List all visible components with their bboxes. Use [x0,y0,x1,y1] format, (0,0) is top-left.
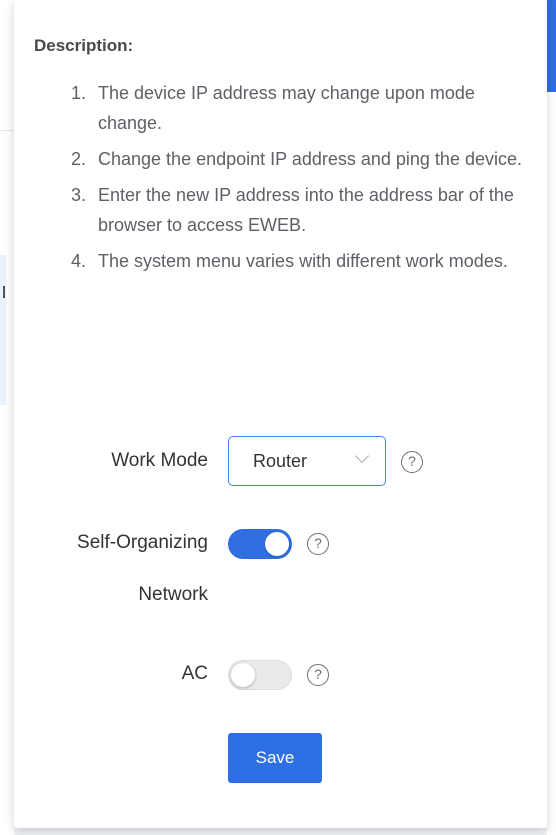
work-mode-popover: Description: 1. The device IP address ma… [14,0,547,828]
description-item-number: 2. [71,149,87,169]
description-title: Description: [34,36,134,55]
toggle-knob [265,532,289,556]
description-item-text: Change the endpoint IP address and ping … [98,149,522,169]
question-circle-icon[interactable]: ? [307,664,329,686]
description-item-number: 4. [71,251,87,271]
self-organizing-network-label-line2: Network [138,584,208,605]
description-item-number: 3. [71,185,87,205]
description-item: 2. Change the endpoint IP address and pi… [71,144,541,174]
ac-toggle[interactable] [228,660,292,690]
chevron-down-icon [354,448,370,464]
description-item: 4. The system menu varies with different… [71,246,541,276]
self-organizing-network-label: Self-Organizing [77,532,208,553]
question-circle-icon[interactable]: ? [401,451,423,473]
description-item: 3. Enter the new IP address into the add… [71,180,541,240]
description-list: 1. The device IP address may change upon… [71,78,541,282]
description-item-number: 1. [71,83,87,103]
work-mode-select[interactable]: Router [228,436,386,486]
toggle-knob [231,663,255,687]
background-left-edge [0,92,14,835]
work-mode-select-value: Router [253,451,308,471]
description-item: 1. The device IP address may change upon… [71,78,541,138]
description-item-text: The device IP address may change upon mo… [98,83,475,133]
description-item-text: The system menu varies with different wo… [98,251,508,271]
ac-label: AC [181,663,208,684]
self-organizing-network-toggle[interactable] [228,529,292,559]
work-mode-label: Work Mode [111,450,208,471]
question-circle-icon[interactable]: ? [307,533,329,555]
background-right-edge [547,92,556,835]
save-button[interactable]: Save [228,733,322,783]
background-divider [0,130,14,131]
description-item-text: Enter the new IP address into the addres… [98,185,514,235]
background-selected-row [0,255,6,405]
background-accent-strip [547,0,556,92]
background-text-fragment [3,286,5,298]
